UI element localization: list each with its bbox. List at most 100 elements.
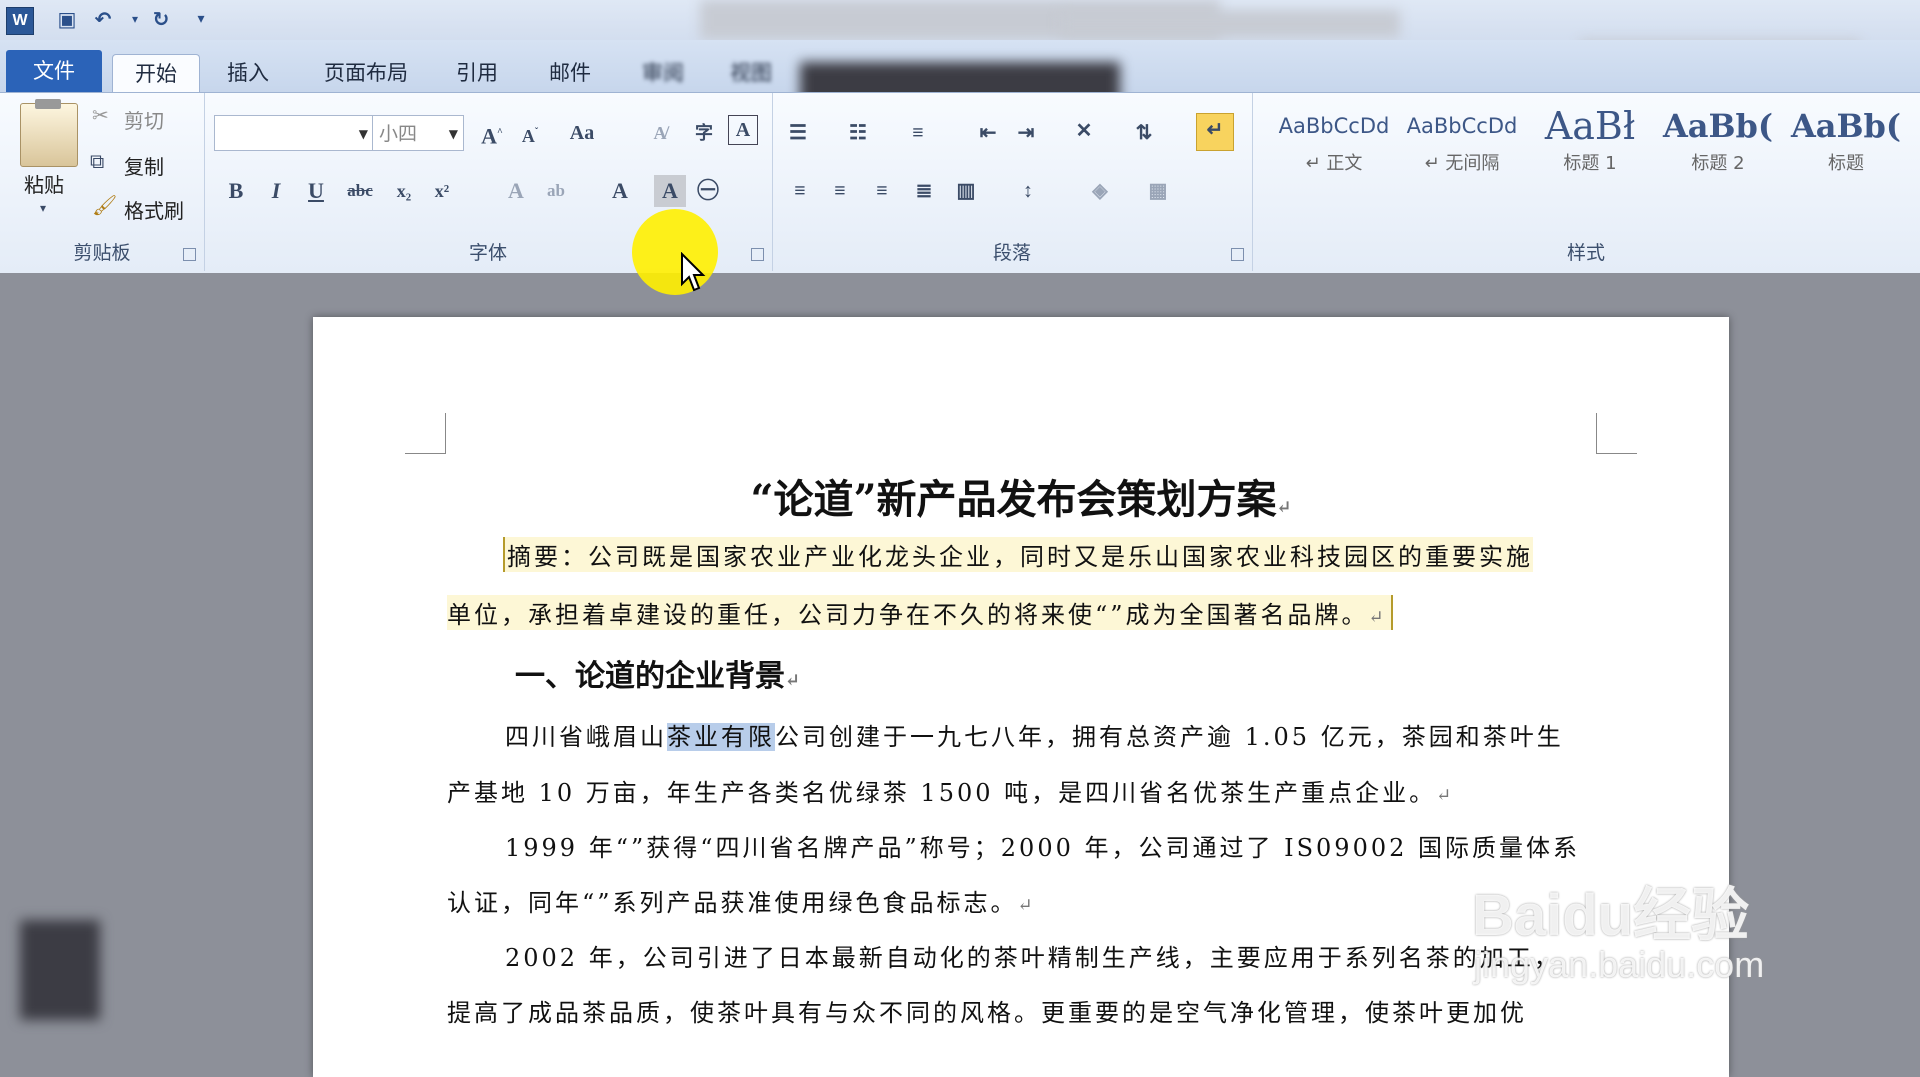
tab-home[interactable]: 开始 [112, 54, 200, 93]
enclose-characters-icon[interactable]: ㊀ [692, 175, 724, 207]
paste-dropdown-icon[interactable]: ▾ [40, 201, 46, 215]
style-title[interactable]: AaBb(标题 [1784, 103, 1908, 183]
character-border-icon[interactable]: A [728, 115, 758, 145]
justify-icon[interactable]: ≣ [908, 175, 940, 207]
align-center-icon[interactable]: ≡ [824, 175, 856, 207]
section-heading: 一、论道的企业背景↵ [515, 659, 801, 694]
bold-icon[interactable]: B [220, 175, 252, 207]
shrink-font-icon[interactable]: Aˇ [514, 117, 546, 149]
distributed-icon[interactable]: ▥ [950, 175, 982, 207]
character-shading-icon[interactable]: A [654, 175, 686, 207]
tab-review[interactable]: 审阅 [632, 54, 694, 92]
multilevel-list-icon[interactable]: ≡ [902, 117, 934, 149]
underline-icon[interactable]: U [300, 175, 332, 207]
style-heading-1[interactable]: AaBł 标题 1 [1528, 103, 1652, 183]
abstract-line-1: 摘要：公司既是国家农业产业化龙头企业，同时又是乐山国家农业科技园区的重要实施 [503, 537, 1533, 572]
undo-icon[interactable]: ↶ [92, 8, 114, 30]
borders-icon[interactable]: ▦ [1142, 175, 1174, 207]
chinese-layout-icon[interactable]: ✕ [1068, 115, 1100, 147]
font-family-combo[interactable]: ▼ [214, 115, 374, 151]
italic-icon[interactable]: I [260, 175, 292, 207]
paragraph-mark: ↵ [1368, 607, 1387, 628]
title-text-blur [1060, 10, 1400, 38]
show-formatting-marks-icon[interactable]: ↵ [1196, 113, 1234, 151]
chevron-down-icon: ▼ [358, 127, 368, 141]
tab-mailings[interactable]: 邮件 [534, 54, 606, 92]
paragraph-2-line-2: 认证，同年“”系列产品获准使用绿色食品标志。↵ [447, 889, 1036, 917]
styles-group-label: 样式 [1566, 242, 1605, 264]
clipboard-launcher-icon[interactable] [183, 248, 196, 261]
highlight-color-icon[interactable]: ab [540, 175, 572, 207]
numbering-icon[interactable]: ☷ [842, 117, 874, 149]
font-launcher-icon[interactable] [751, 248, 764, 261]
paragraph-1-line-2: 产基地 10 万亩，年生产各类名优绿茶 1500 吨，是四川省名优茶生产重点企业… [447, 779, 1455, 807]
customize-toolbar-icon[interactable]: ▾ [190, 8, 212, 30]
undo-dropdown-icon[interactable]: ▾ [124, 8, 146, 30]
paste-icon[interactable] [20, 99, 78, 167]
abstract-line-2: 单位，承担着卓建设的重任，公司力争在不久的将来使“”成为全国著名品牌。↵ [447, 595, 1393, 630]
watermark-brand: Baidu经验 [1472, 883, 1750, 948]
paragraph-mark: ↵ [1436, 785, 1455, 806]
format-painter-button[interactable]: 格式刷 [124, 195, 184, 224]
paragraph-2-line-1: 1999 年“”获得“四川省名牌产品”称号；2000 年，公司通过了 IS090… [505, 834, 1581, 862]
quick-access-toolbar: W ▣ ↶ ▾ ↻ ▾ [0, 0, 1920, 80]
increase-indent-icon[interactable]: ⇥ [1010, 117, 1042, 149]
tab-insert[interactable]: 插入 [212, 54, 284, 92]
chevron-down-icon: ▼ [448, 127, 458, 141]
selected-text[interactable]: 茶业有限 [667, 723, 775, 751]
clipboard-group: 粘贴 ▾ ✂ 剪切 ⧉ 复制 🖌 格式刷 剪贴板 [0, 93, 205, 271]
bullets-icon[interactable]: ☰ [782, 117, 814, 149]
paragraph-mark: ↵ [1017, 895, 1036, 916]
watermark-url: jingyan.baidu.com [1474, 944, 1765, 985]
change-case-icon[interactable]: Aa [566, 117, 598, 149]
paste-button[interactable]: 粘贴 [24, 169, 64, 198]
paragraph-launcher-icon[interactable] [1231, 248, 1244, 261]
paragraph-mark: ↵ [785, 670, 801, 691]
paragraph-3-line-2: 提高了成品茶品质，使茶叶具有与众不同的风格。更重要的是空气净化管理，使茶叶更加优 [447, 999, 1527, 1027]
format-painter-icon[interactable]: 🖌 [92, 193, 117, 217]
style-normal[interactable]: AaBbCcDd ↵ 正文 [1272, 103, 1396, 183]
text-effects-icon[interactable]: A [500, 175, 532, 207]
save-icon[interactable]: ▣ [56, 8, 78, 30]
corner-blur [20, 920, 100, 1020]
tab-page-layout[interactable]: 页面布局 [310, 54, 422, 92]
margin-mark [405, 413, 446, 454]
margin-mark [1596, 413, 1637, 454]
redo-icon[interactable]: ↻ [150, 8, 172, 30]
clipboard-group-label: 剪贴板 [73, 242, 131, 264]
copy-icon[interactable]: ⧉ [90, 149, 104, 173]
cut-icon[interactable]: ✂ [92, 103, 109, 127]
tab-references[interactable]: 引用 [446, 54, 508, 92]
ribbon-home: 粘贴 ▾ ✂ 剪切 ⧉ 复制 🖌 格式刷 剪贴板 ▼ 小四 ▼ A^ Aˇ Aa … [0, 92, 1920, 274]
sort-icon[interactable]: ⇅ [1128, 117, 1160, 149]
shading-icon[interactable]: ◈ [1084, 175, 1116, 207]
decrease-indent-icon[interactable]: ⇤ [972, 117, 1004, 149]
styles-group: AaBbCcDd ↵ 正文 AaBbCcDd ↵ 无间隔 AaBł 标题 1 AaBb… [1252, 93, 1920, 271]
paragraph-mark: ↵ [1276, 497, 1292, 518]
line-spacing-icon[interactable]: ↕ [1012, 175, 1044, 207]
tab-file[interactable]: 文件 [6, 50, 102, 92]
copy-button[interactable]: 复制 [124, 151, 164, 180]
paragraph-1-line-1: 四川省峨眉山茶业有限公司创建于一九七八年，拥有总资产逾 1.05 亿元，茶园和茶… [505, 723, 1564, 751]
align-right-icon[interactable]: ≡ [866, 175, 898, 207]
word-app-icon[interactable]: W [6, 7, 34, 35]
style-no-spacing[interactable]: AaBbCcDd ↵ 无间隔 [1400, 103, 1524, 183]
strikethrough-icon[interactable]: abc [344, 175, 376, 207]
font-size-value: 小四 [379, 123, 418, 145]
mouse-pointer-icon [681, 252, 706, 292]
cut-button[interactable]: 剪切 [124, 105, 164, 134]
paragraph-group: ☰ ☷ ≡ ⇤ ⇥ ✕ ⇅ ↵ ≡ ≡ ≡ ≣ ▥ ↕ ◈ ▦ 段落 [772, 93, 1253, 271]
clear-formatting-icon[interactable]: A̸ [644, 117, 676, 149]
subscript-icon[interactable]: x₂ [388, 175, 420, 207]
phonetic-guide-icon[interactable]: 字 [688, 117, 720, 149]
font-size-combo[interactable]: 小四 ▼ [372, 115, 464, 151]
style-heading-2[interactable]: AaBb(标题 2 [1656, 103, 1780, 183]
align-left-icon[interactable]: ≡ [784, 175, 816, 207]
superscript-icon[interactable]: x² [426, 175, 458, 207]
paragraph-group-label: 段落 [992, 242, 1031, 264]
font-color-icon[interactable]: A [604, 175, 636, 207]
document-title: “论道”新产品发布会策划方案↵ [750, 476, 1292, 523]
grow-font-icon[interactable]: A^ [476, 117, 508, 149]
ribbon-tabs: 文件 开始 插入 页面布局 引用 邮件 审阅 视图 [0, 40, 1920, 106]
tab-view[interactable]: 视图 [720, 54, 782, 92]
